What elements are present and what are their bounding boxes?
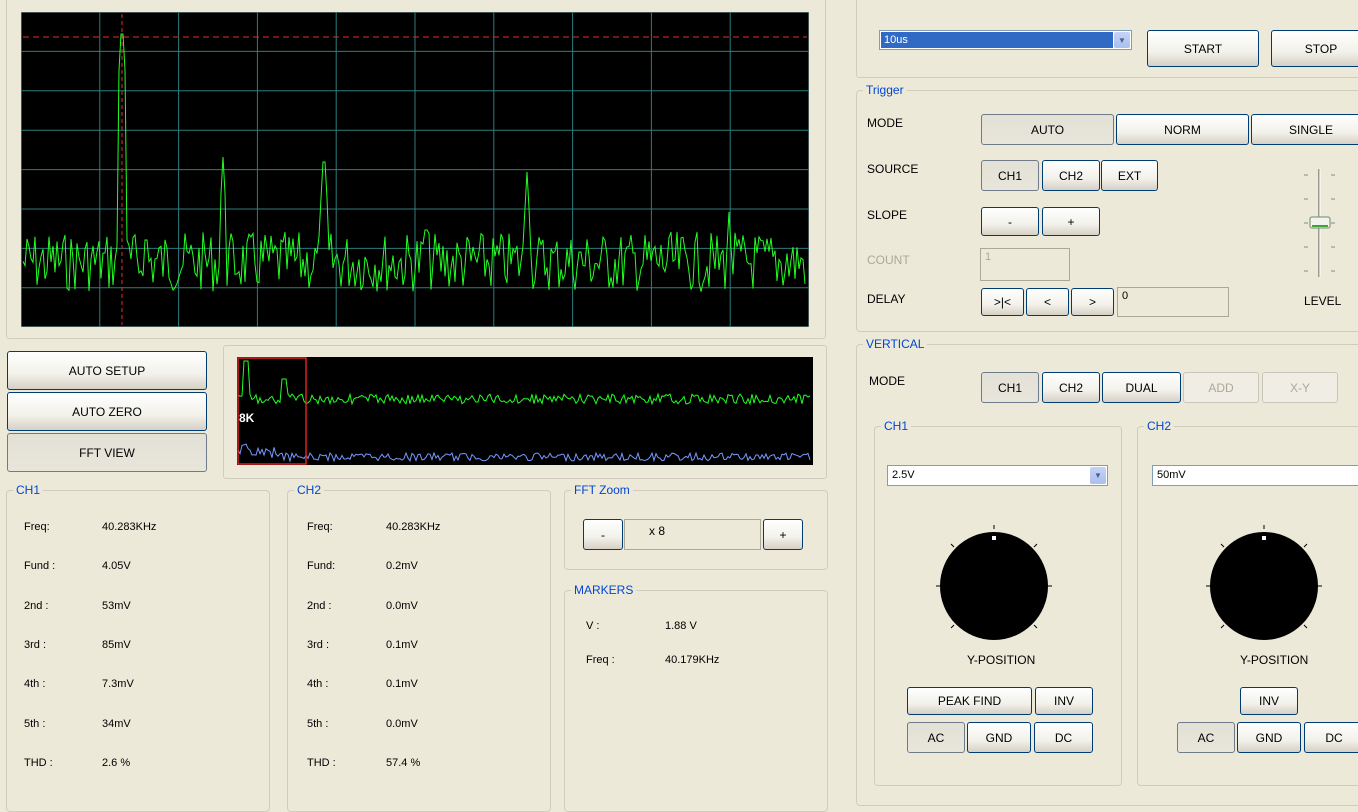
stat-value: 0.1mV — [386, 678, 418, 690]
vertical-mode-ch2[interactable]: CH2 — [1042, 372, 1100, 403]
vertical-title: VERTICAL — [863, 337, 928, 351]
stat-value: 0.2mV — [386, 560, 418, 572]
vertical-mode-add[interactable]: ADD — [1183, 372, 1259, 403]
stat-label: Fund: — [307, 560, 336, 572]
vertical-mode-label: MODE — [869, 374, 905, 388]
stat-label: THD : — [24, 757, 53, 769]
stat-value: 0.0mV — [386, 718, 418, 730]
stat-label: 3rd : — [24, 639, 47, 651]
fft-zoom-out-button[interactable]: - — [583, 519, 623, 550]
ch2-dc-button[interactable]: DC — [1304, 722, 1358, 753]
trigger-slope-label: SLOPE — [867, 208, 908, 222]
timebase-select[interactable]: 10us ▼ — [879, 30, 1132, 50]
stat-value: 40.283KHz — [386, 521, 441, 533]
ch1-stats-title: CH1 — [13, 483, 44, 497]
ch2-gnd-button[interactable]: GND — [1237, 722, 1301, 753]
stat-value: 40.283KHz — [102, 521, 157, 533]
ch2-volts-value: 50mV — [1157, 469, 1186, 481]
stat-label: THD : — [307, 757, 336, 769]
zoom-badge: 8K — [239, 411, 255, 425]
delay-left-button[interactable]: < — [1026, 288, 1069, 316]
vertical-ch2-title: CH2 — [1144, 419, 1175, 433]
ch1-gnd-button[interactable]: GND — [967, 722, 1031, 753]
delay-home-button[interactable]: >|< — [981, 288, 1024, 316]
trigger-source-ch1[interactable]: CH1 — [981, 160, 1039, 191]
fft-zoom-in-button[interactable]: + — [763, 519, 803, 550]
trigger-mode-single[interactable]: SINGLE — [1251, 114, 1358, 145]
stat-label: 3rd : — [307, 639, 330, 651]
trigger-source-ext[interactable]: EXT — [1101, 160, 1158, 191]
stat-value: 0.1mV — [386, 639, 418, 651]
fft-zoom-value: x 8 — [624, 519, 761, 550]
stat-label: 4th : — [24, 678, 46, 690]
ch2-y-position-label: Y-POSITION — [1240, 653, 1309, 667]
trigger-source-ch2[interactable]: CH2 — [1042, 160, 1100, 191]
ch1-y-position-label: Y-POSITION — [967, 653, 1036, 667]
ch2-inv-button[interactable]: INV — [1240, 687, 1298, 715]
fft-main-display[interactable] — [21, 12, 809, 327]
delay-right-button[interactable]: > — [1071, 288, 1114, 316]
fft-zoom-title: FFT Zoom — [571, 483, 633, 497]
ch1-inv-button[interactable]: INV — [1035, 687, 1093, 715]
stat-value: 7.3mV — [102, 678, 134, 690]
ch2-volts-select[interactable]: 50mV — [1152, 465, 1358, 486]
stat-label: Fund : — [24, 560, 56, 572]
trigger-mode-label: MODE — [867, 116, 903, 130]
ch2-ac-button[interactable]: AC — [1177, 722, 1235, 753]
stat-label: 2nd : — [307, 600, 332, 612]
stat-label: 2nd : — [24, 600, 49, 612]
ch1-dc-button[interactable]: DC — [1034, 722, 1093, 753]
auto-setup-button[interactable]: AUTO SETUP — [7, 351, 207, 390]
timebase-value: 10us — [881, 32, 1113, 48]
vertical-mode-xy[interactable]: X-Y — [1262, 372, 1338, 403]
marker-v-label: V : — [586, 620, 600, 632]
start-button[interactable]: START — [1147, 30, 1259, 67]
ch2-stats-title: CH2 — [294, 483, 325, 497]
ch2-y-position-knob[interactable] — [1204, 524, 1324, 644]
stat-label: Freq: — [24, 521, 50, 533]
trigger-level-slider[interactable] — [1300, 165, 1340, 283]
ch1-y-position-knob[interactable] — [934, 524, 1054, 644]
trigger-level-label: LEVEL — [1304, 294, 1342, 308]
trigger-source-label: SOURCE — [867, 162, 919, 176]
vertical-ch1-title: CH1 — [881, 419, 912, 433]
trigger-mode-norm[interactable]: NORM — [1116, 114, 1249, 145]
trigger-count-field[interactable]: 1 — [980, 248, 1070, 281]
stat-value: 57.4 % — [386, 757, 421, 769]
stat-value: 2.6 % — [102, 757, 131, 769]
chevron-down-icon[interactable]: ▼ — [1090, 467, 1106, 484]
stat-value: 4.05V — [102, 560, 131, 572]
stat-value: 53mV — [102, 600, 131, 612]
stat-value: 85mV — [102, 639, 131, 651]
stat-value: 0.0mV — [386, 600, 418, 612]
trigger-title: Trigger — [863, 83, 907, 97]
trigger-count-label: COUNT — [867, 253, 910, 267]
stat-label: 5th : — [307, 718, 329, 730]
trigger-delay-label: DELAY — [867, 292, 906, 306]
marker-v-value: 1.88 V — [665, 620, 697, 632]
ch1-peak-find-button[interactable]: PEAK FIND — [907, 687, 1032, 715]
stat-label: 4th : — [307, 678, 329, 690]
trigger-slope-plus[interactable]: + — [1042, 207, 1100, 236]
marker-freq-value: 40.179KHz — [665, 654, 720, 666]
delay-value-field[interactable]: 0 — [1117, 287, 1229, 317]
trigger-slope-minus[interactable]: - — [981, 207, 1039, 236]
vertical-mode-dual[interactable]: DUAL — [1102, 372, 1181, 403]
auto-zero-button[interactable]: AUTO ZERO — [7, 392, 207, 431]
fft-view-button[interactable]: FFT VIEW — [7, 433, 207, 472]
vertical-mode-ch1[interactable]: CH1 — [981, 372, 1039, 403]
stop-button[interactable]: STOP — [1271, 30, 1358, 67]
markers-title: MARKERS — [571, 583, 637, 597]
stat-value: 34mV — [102, 718, 131, 730]
stat-label: 5th : — [24, 718, 46, 730]
ch1-volts-value: 2.5V — [892, 469, 915, 481]
ch1-volts-select[interactable]: 2.5V ▼ — [887, 465, 1108, 486]
overview-display[interactable] — [237, 357, 813, 465]
trigger-mode-auto[interactable]: AUTO — [981, 114, 1114, 145]
ch1-ac-button[interactable]: AC — [907, 722, 965, 753]
marker-freq-label: Freq : — [586, 654, 615, 666]
chevron-down-icon[interactable]: ▼ — [1114, 32, 1130, 48]
stat-label: Freq: — [307, 521, 333, 533]
